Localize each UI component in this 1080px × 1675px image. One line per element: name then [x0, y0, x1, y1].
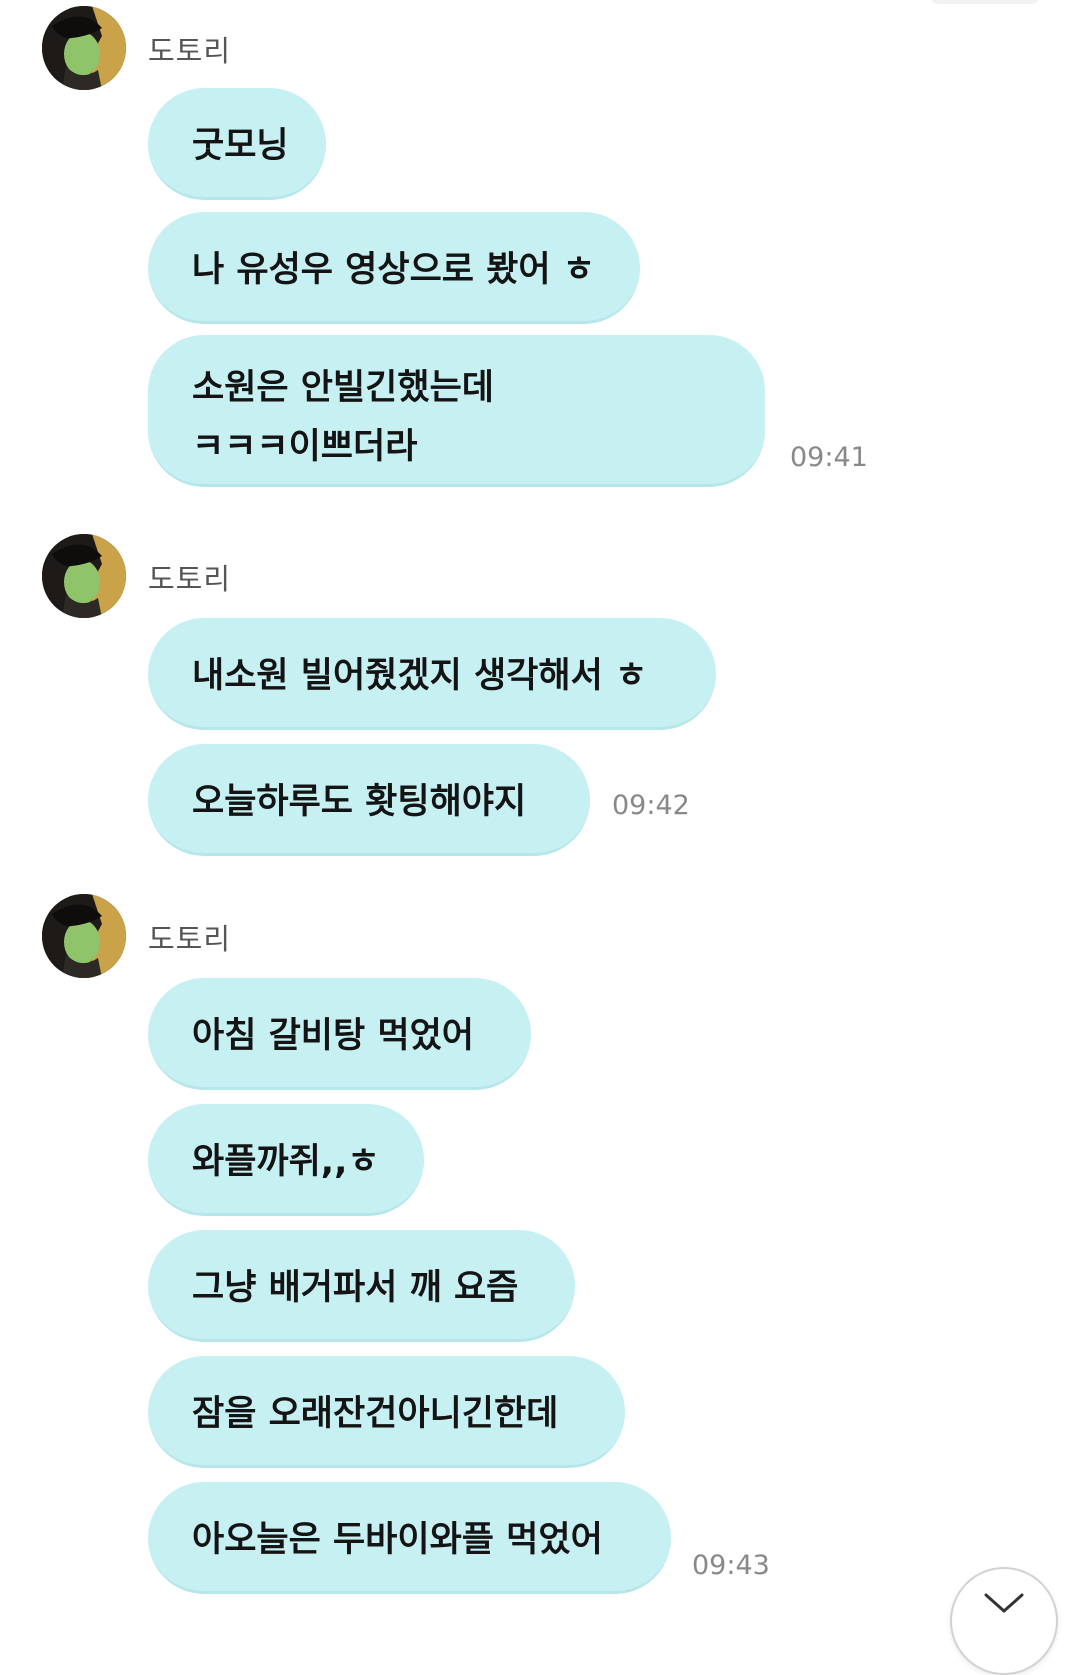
avatar[interactable] — [42, 894, 126, 978]
avatar[interactable] — [42, 6, 126, 90]
message-text: 소원은 안빌긴했는데 ㅋㅋㅋ이쁘더라 — [192, 359, 494, 477]
avatar[interactable] — [42, 534, 126, 618]
message-bubble[interactable]: 소원은 안빌긴했는데 ㅋㅋㅋ이쁘더라 — [148, 335, 765, 487]
message-bubble[interactable]: 아오늘은 두바이와플 먹었어 — [148, 1482, 671, 1594]
avatar-image — [42, 6, 126, 90]
message-bubble[interactable]: 굿모닝 — [148, 88, 326, 200]
message-text: 나 유성우 영상으로 봤어 ㅎ — [192, 250, 595, 290]
message-bubble[interactable]: 아침 갈비탕 먹었어 — [148, 978, 531, 1090]
message-timestamp: 09:41 — [790, 442, 868, 473]
message-text: 잠을 오래잔건아니긴한데 — [192, 1394, 559, 1434]
chevron-down-icon — [984, 1593, 1024, 1613]
message-text: 아침 갈비탕 먹었어 — [192, 1016, 474, 1056]
avatar-image — [42, 894, 126, 978]
message-timestamp: 09:43 — [692, 1550, 770, 1581]
message-bubble[interactable]: 잠을 오래잔건아니긴한데 — [148, 1356, 625, 1468]
message-bubble[interactable]: 와플까쥐,,ㅎ — [148, 1104, 424, 1216]
sender-name: 도토리 — [148, 34, 232, 68]
avatar-image — [42, 534, 126, 618]
chat-thread: 도토리 굿모닝 나 유성우 영상으로 봤어 ㅎ 소원은 안빌긴했는데 ㅋㅋㅋ이쁘… — [0, 0, 1080, 1675]
message-bubble[interactable]: 그냥 배거파서 깨 요즘 — [148, 1230, 575, 1342]
message-text: 굿모닝 — [192, 126, 289, 166]
sender-name: 도토리 — [148, 562, 232, 596]
message-text: 그냥 배거파서 깨 요즘 — [192, 1268, 519, 1308]
message-text: 아오늘은 두바이와플 먹었어 — [192, 1520, 603, 1560]
message-text: 와플까쥐,,ㅎ — [192, 1142, 380, 1182]
scroll-to-top-button-edge[interactable] — [930, 0, 1040, 4]
message-line: 소원은 안빌긴했는데 — [192, 368, 494, 408]
message-bubble[interactable]: 오늘하루도 홧팅해야지 — [148, 744, 590, 856]
message-bubble[interactable]: 내소원 빌어줬겠지 생각해서 ㅎ — [148, 618, 716, 730]
message-text: 내소원 빌어줬겠지 생각해서 ㅎ — [192, 656, 648, 696]
scroll-to-bottom-button[interactable] — [950, 1567, 1058, 1675]
message-line: ㅋㅋㅋ이쁘더라 — [192, 427, 418, 467]
message-timestamp: 09:42 — [612, 790, 690, 821]
sender-name: 도토리 — [148, 922, 232, 956]
message-text: 오늘하루도 홧팅해야지 — [192, 782, 527, 822]
message-bubble[interactable]: 나 유성우 영상으로 봤어 ㅎ — [148, 212, 640, 324]
